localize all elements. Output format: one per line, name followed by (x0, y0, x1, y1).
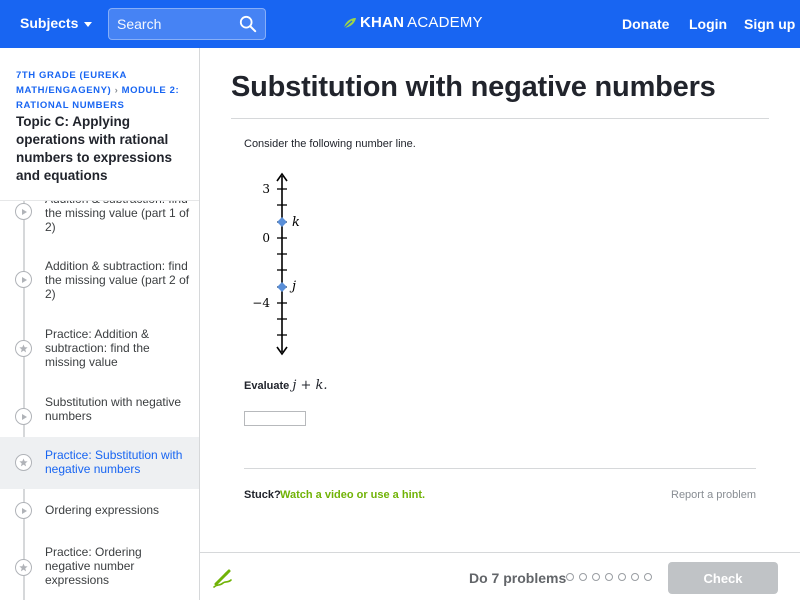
list-item-label: Practice: Ordering negative number expre… (45, 545, 142, 587)
breadcrumb-separator-icon: › (114, 85, 119, 96)
chevron-down-icon (84, 21, 93, 27)
logo-text-khan: KHAN (360, 14, 405, 31)
progress-dot (592, 573, 600, 581)
star-icon (15, 559, 32, 576)
problem-count-label: Do 7 problems (469, 570, 567, 586)
list-item-active[interactable]: Practice: Substitution with negative num… (0, 437, 199, 489)
star-icon (15, 454, 32, 471)
point-k-marker (277, 217, 287, 227)
list-item-label: Addition & subtraction: find the missing… (45, 201, 190, 234)
exercise-footer: Do 7 problems Check (200, 552, 800, 600)
play-icon (15, 203, 32, 220)
hint-link[interactable]: Watch a video or use a hint. (280, 489, 425, 501)
point-k-label: k (292, 215, 300, 230)
subjects-label: Subjects (20, 15, 79, 31)
list-item[interactable]: Substitution with negative numbers (0, 392, 199, 440)
progress-dot (631, 573, 639, 581)
lesson-list[interactable]: Addition & subtraction: find the missing… (0, 200, 199, 600)
breadcrumb: 7TH GRADE (EUREKA MATH/ENGAGENY) › MODUL… (16, 68, 192, 113)
list-item-label: Substitution with negative numbers (45, 395, 182, 423)
report-problem-link[interactable]: Report a problem (671, 489, 756, 501)
progress-dot (579, 573, 587, 581)
sidebar: 7TH GRADE (EUREKA MATH/ENGAGENY) › MODUL… (0, 48, 200, 600)
point-j-label: j (289, 279, 296, 294)
answer-input[interactable] (244, 411, 306, 426)
exercise-panel: Substitution with negative numbers Consi… (200, 48, 800, 552)
progress-dots (566, 573, 652, 581)
scratchpad-pencil-icon[interactable] (212, 567, 234, 589)
list-item[interactable]: Addition & subtraction: find the missing… (0, 201, 199, 247)
search-icon[interactable] (239, 15, 257, 33)
list-item[interactable]: Practice: Ordering negative number expre… (0, 539, 199, 600)
play-icon (15, 271, 32, 288)
question-prompt: Consider the following number line. (244, 138, 416, 150)
divider (231, 118, 769, 119)
play-icon (15, 502, 32, 519)
signup-link[interactable]: Sign up (744, 16, 795, 32)
list-item[interactable]: Practice: Addition & subtraction: find t… (0, 324, 199, 382)
list-item-label: Ordering expressions (45, 503, 160, 517)
progress-dot (644, 573, 652, 581)
point-j-marker (277, 282, 287, 292)
evaluate-expression: j + k. (292, 378, 328, 393)
page-title: Substitution with negative numbers (231, 71, 716, 103)
progress-dot (566, 573, 574, 581)
logo-text-academy: ACADEMY (407, 14, 483, 31)
progress-dot (618, 573, 626, 581)
evaluate-label: Evaluate (244, 380, 290, 392)
tick-label-0: 0 (262, 231, 270, 245)
topic-title: Topic C: Applying operations with ration… (16, 114, 173, 183)
search-input[interactable] (117, 9, 237, 39)
play-icon (15, 408, 32, 425)
tick-label-neg4: −4 (252, 296, 270, 310)
subjects-dropdown[interactable]: Subjects (20, 15, 93, 31)
number-line-graph: 3 0 −4 k j (252, 172, 300, 356)
progress-dot (605, 573, 613, 581)
leaf-logo-icon (343, 17, 356, 28)
list-item-label: Addition & subtraction: find the missing… (45, 259, 190, 301)
search-box[interactable] (108, 8, 266, 40)
list-item[interactable]: Addition & subtraction: find the missing… (0, 256, 199, 314)
list-item-label: Practice: Addition & subtraction: find t… (45, 327, 150, 369)
login-link[interactable]: Login (689, 16, 727, 32)
stuck-label: Stuck? (244, 489, 281, 501)
khan-academy-logo[interactable]: KHAN ACADEMY (343, 14, 483, 31)
breadcrumb-grade-link[interactable]: 7TH GRADE (EUREKA MATH/ENGAGENY) (16, 70, 127, 96)
tick-label-3: 3 (262, 182, 270, 196)
divider (244, 468, 756, 469)
check-button[interactable]: Check (668, 562, 778, 594)
list-item-label: Practice: Substitution with negative num… (45, 448, 183, 476)
donate-link[interactable]: Donate (622, 16, 669, 32)
evaluate-prompt: Evaluate j + k. (244, 378, 328, 393)
list-item[interactable]: Ordering expressions (0, 489, 199, 533)
star-icon (15, 340, 32, 357)
top-nav-bar: Subjects KHANACADEMY Donate Login Sign u… (0, 0, 800, 48)
